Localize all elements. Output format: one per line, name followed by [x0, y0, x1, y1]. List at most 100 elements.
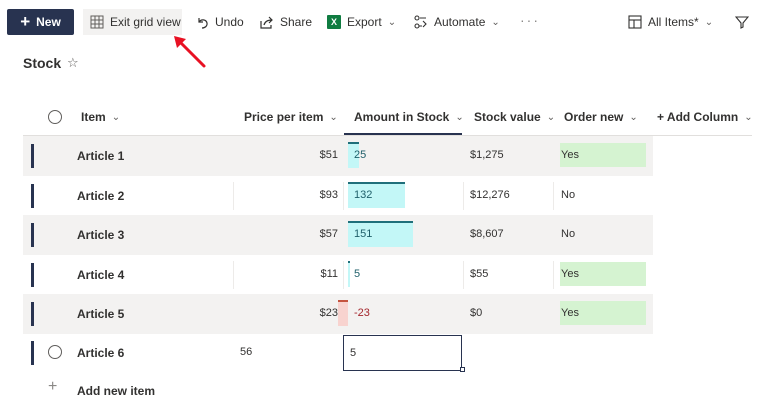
exit-grid-view-label: Exit grid view	[110, 15, 181, 29]
price-cell[interactable]: $23	[258, 307, 338, 319]
export-button[interactable]: X Export ⌄	[327, 9, 396, 35]
order-new-cell[interactable]: Yes	[561, 149, 579, 161]
amount-cell[interactable]: 5	[354, 268, 360, 280]
chevron-down-icon: ⌄	[387, 16, 397, 28]
cell-divider	[343, 260, 344, 289]
amount-cell[interactable]: 151	[354, 228, 372, 240]
column-header-order-new[interactable]: Order new ⌄	[564, 99, 638, 135]
column-header-label: Order new	[564, 110, 624, 124]
item-cell[interactable]: Article 3	[77, 228, 124, 242]
view-icon	[628, 15, 642, 29]
select-all-checkbox[interactable]	[48, 110, 62, 124]
row-indicator	[31, 262, 34, 287]
stock-value-cell[interactable]: $12,276	[470, 189, 510, 201]
filter-button[interactable]	[735, 9, 755, 35]
cell-divider	[463, 181, 464, 210]
add-column-button[interactable]: + Add Column ⌄	[657, 99, 753, 135]
cell-divider	[553, 181, 554, 210]
order-new-cell[interactable]: Yes	[561, 307, 579, 319]
column-header-item[interactable]: Item ⌄	[81, 99, 120, 135]
column-header-label: Item	[81, 110, 106, 124]
share-button[interactable]: Share	[260, 9, 312, 35]
column-header-amount[interactable]: Amount in Stock ⌄	[354, 99, 464, 135]
export-label: Export	[347, 15, 382, 29]
fill-handle[interactable]	[460, 367, 465, 372]
chevron-down-icon: ⌄	[629, 111, 638, 123]
stock-value-cell[interactable]: $8,607	[470, 228, 504, 240]
exit-grid-view-button[interactable]: Exit grid view	[83, 9, 182, 35]
stock-value-cell[interactable]: $0	[470, 307, 482, 319]
stock-value-cell[interactable]: $55	[470, 268, 488, 280]
list-title: Stock	[23, 55, 62, 71]
amount-input-value: 5	[350, 347, 357, 359]
row-indicator	[31, 341, 34, 365]
amount-cell[interactable]: 132	[354, 189, 372, 201]
item-cell[interactable]: Article 4	[77, 268, 124, 282]
price-cell[interactable]: $93	[258, 189, 338, 201]
favorite-star-icon[interactable]: ☆	[67, 55, 79, 71]
table-row[interactable]: Article 2 $93 132 $12,276 No	[23, 176, 653, 216]
row-indicator	[31, 183, 34, 208]
row-indicator	[31, 302, 34, 327]
column-header-label: Stock value	[474, 110, 541, 124]
cell-divider	[233, 181, 234, 210]
price-cell[interactable]: $51	[258, 149, 338, 161]
table-row[interactable]: Article 3 $57 151 $8,607 No	[23, 215, 653, 256]
row-select-checkbox[interactable]	[48, 345, 62, 359]
undo-label: Undo	[215, 15, 244, 29]
filter-icon	[735, 16, 749, 29]
chevron-down-icon: ⌄	[491, 16, 500, 28]
add-icon: +	[48, 378, 58, 395]
column-header-stock-value[interactable]: Stock value ⌄	[474, 99, 555, 135]
new-button[interactable]: + New	[7, 9, 74, 35]
chevron-down-icon: ⌄	[455, 111, 464, 123]
column-header-label: Amount in Stock	[354, 110, 450, 124]
item-cell[interactable]: Article 2	[77, 189, 124, 203]
column-header-label: Price per item	[244, 110, 324, 124]
amount-cell[interactable]: -23	[354, 307, 370, 319]
view-selector[interactable]: All Items* ⌄	[628, 9, 713, 35]
command-bar: + New Exit grid view Undo Share X Export…	[0, 0, 768, 44]
stock-value-cell[interactable]: $1,275	[470, 149, 504, 161]
item-cell[interactable]: Article 5	[77, 307, 124, 321]
automate-icon	[414, 15, 427, 29]
more-options-icon[interactable]: ···	[520, 12, 540, 28]
table-row[interactable]: Article 5 $23 -23 $0 Yes	[23, 294, 653, 335]
amount-cell[interactable]: 25	[354, 149, 366, 161]
chevron-down-icon: ⌄	[111, 111, 121, 123]
item-cell[interactable]: Article 1	[77, 149, 124, 163]
excel-icon: X	[327, 15, 341, 29]
red-arrow-annotation	[174, 36, 206, 68]
chevron-down-icon: ⌄	[546, 111, 556, 123]
plus-icon: +	[20, 11, 31, 31]
order-new-cell[interactable]: No	[561, 189, 575, 201]
new-button-label: New	[36, 15, 61, 29]
add-new-item-link[interactable]: Add new item	[77, 384, 155, 398]
price-cell[interactable]: $57	[258, 228, 338, 240]
table-row[interactable]: Article 1 $51 25 $1,275 Yes	[23, 136, 653, 176]
price-cell[interactable]: $11	[258, 268, 338, 280]
add-column-label: + Add Column	[657, 110, 739, 124]
share-label: Share	[280, 15, 313, 29]
row-indicator	[31, 144, 34, 168]
new-item-price[interactable]: 56	[240, 346, 252, 358]
undo-icon	[198, 17, 208, 29]
order-new-cell[interactable]: No	[561, 228, 575, 240]
amount-in-stock-input[interactable]: 5	[343, 335, 462, 371]
column-header-price[interactable]: Price per item ⌄	[244, 99, 338, 135]
amount-negative-databar	[338, 300, 348, 327]
cell-divider	[463, 260, 464, 289]
new-item-name[interactable]: Article 6	[77, 346, 124, 360]
chevron-down-icon: ⌄	[704, 16, 714, 28]
chevron-down-icon: ⌄	[744, 111, 753, 123]
table-row[interactable]: Article 4 $11 5 $55 Yes	[23, 255, 653, 295]
cell-divider	[343, 181, 344, 210]
automate-button[interactable]: Automate ⌄	[414, 9, 500, 35]
order-new-cell[interactable]: Yes	[561, 268, 579, 280]
new-item-row[interactable]: Article 6 56 5	[23, 333, 653, 373]
automate-label: Automate	[434, 15, 486, 29]
chevron-down-icon: ⌄	[329, 111, 338, 123]
cell-divider	[553, 260, 554, 289]
view-label: All Items*	[648, 15, 699, 29]
grid-icon	[90, 15, 104, 29]
